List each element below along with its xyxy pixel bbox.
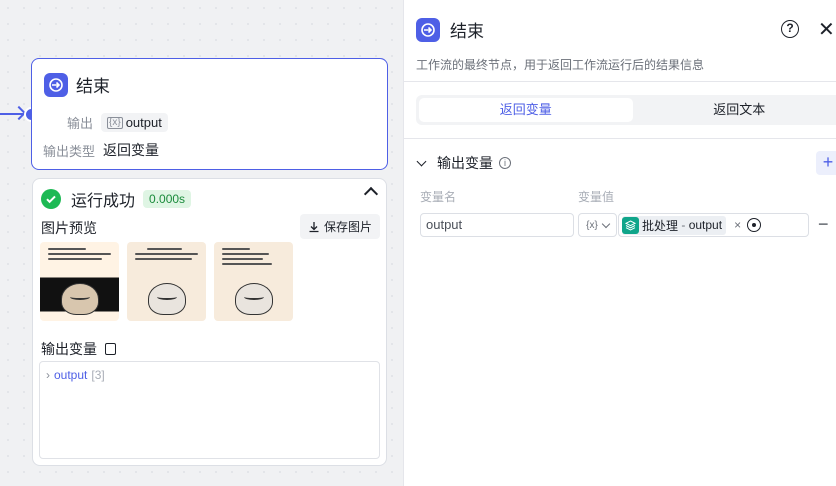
clear-icon[interactable]: × <box>734 218 741 232</box>
output-vars-section-header[interactable]: 输出变量 i <box>416 153 511 173</box>
end-node-icon <box>44 72 68 97</box>
end-node-card[interactable]: 结束 输出 {x} output 输出类型 返回变量 <box>31 58 388 170</box>
chevron-down-icon[interactable] <box>416 156 427 166</box>
batch-icon <box>622 216 639 234</box>
close-icon[interactable]: ✕ <box>818 17 835 42</box>
var-reference-field[interactable]: 批处理 - output × <box>618 213 809 237</box>
output-type-label: 输出类型 <box>43 143 96 159</box>
remove-variable-button[interactable]: − <box>818 214 829 235</box>
variable-icon: {x} <box>586 219 598 231</box>
run-status: 运行成功 <box>71 193 136 210</box>
divider <box>404 81 836 82</box>
add-variable-button[interactable]: + <box>816 151 836 175</box>
output-label: 输出 <box>67 116 94 131</box>
col-var-value: 变量值 <box>578 190 615 204</box>
end-node-icon <box>416 17 440 42</box>
image-thumbnail[interactable] <box>40 242 119 321</box>
output-var-tag: {x} output <box>101 113 168 132</box>
ref-separator: - <box>678 218 689 232</box>
ref-var: output <box>688 218 723 232</box>
success-check-icon <box>41 189 61 209</box>
section-title: 输出变量 <box>437 155 493 171</box>
panel-title: 结束 <box>450 22 484 41</box>
ref-source: 批处理 <box>642 218 679 233</box>
image-thumbnail[interactable] <box>127 242 206 321</box>
output-var-name: output <box>125 115 162 130</box>
value-type-select[interactable]: {x} <box>578 213 617 237</box>
output-type-value: 返回变量 <box>103 142 160 158</box>
chevron-right-icon[interactable]: › <box>46 368 50 382</box>
download-icon <box>309 221 319 232</box>
run-result-panel: 运行成功 0.000s 图片预览 保存图片 输出变量 › output [3] <box>32 178 387 466</box>
chevron-up-icon[interactable] <box>363 186 379 202</box>
image-thumbnail[interactable] <box>214 242 293 321</box>
target-icon[interactable] <box>747 218 762 232</box>
panel-description: 工作流的最终节点，用于返回工作流运行后的结果信息 <box>416 58 705 72</box>
save-image-button[interactable]: 保存图片 <box>299 214 380 239</box>
tree-key: output <box>54 368 88 382</box>
var-reference-chip: 批处理 - output <box>622 215 727 235</box>
var-name-input[interactable]: output <box>420 213 574 237</box>
return-mode-tabs: 返回变量 返回文本 <box>416 95 836 125</box>
node-settings-panel: 结束 ? ✕ 工作流的最终节点，用于返回工作流运行后的结果信息 返回变量 返回文… <box>403 0 836 486</box>
help-icon[interactable]: ? <box>781 20 799 38</box>
image-preview-label: 图片预览 <box>41 220 97 236</box>
tab-return-text[interactable]: 返回文本 <box>633 98 836 122</box>
output-vars-label: 输出变量 <box>41 341 97 357</box>
copy-icon[interactable] <box>105 343 116 355</box>
col-var-name: 变量名 <box>420 190 457 204</box>
chevron-down-icon <box>601 219 611 228</box>
save-image-label: 保存图片 <box>323 220 372 234</box>
output-json-viewer: › output [3] <box>39 361 380 459</box>
tab-return-variable[interactable]: 返回变量 <box>419 98 633 122</box>
run-time-badge: 0.000s <box>143 190 192 208</box>
end-node-title: 结束 <box>76 77 110 96</box>
info-icon[interactable]: i <box>499 157 511 169</box>
variable-icon: {x} <box>107 116 123 129</box>
divider <box>404 138 836 139</box>
tree-node-output[interactable]: › output [3] <box>46 368 105 382</box>
tree-count: [3] <box>91 368 105 382</box>
